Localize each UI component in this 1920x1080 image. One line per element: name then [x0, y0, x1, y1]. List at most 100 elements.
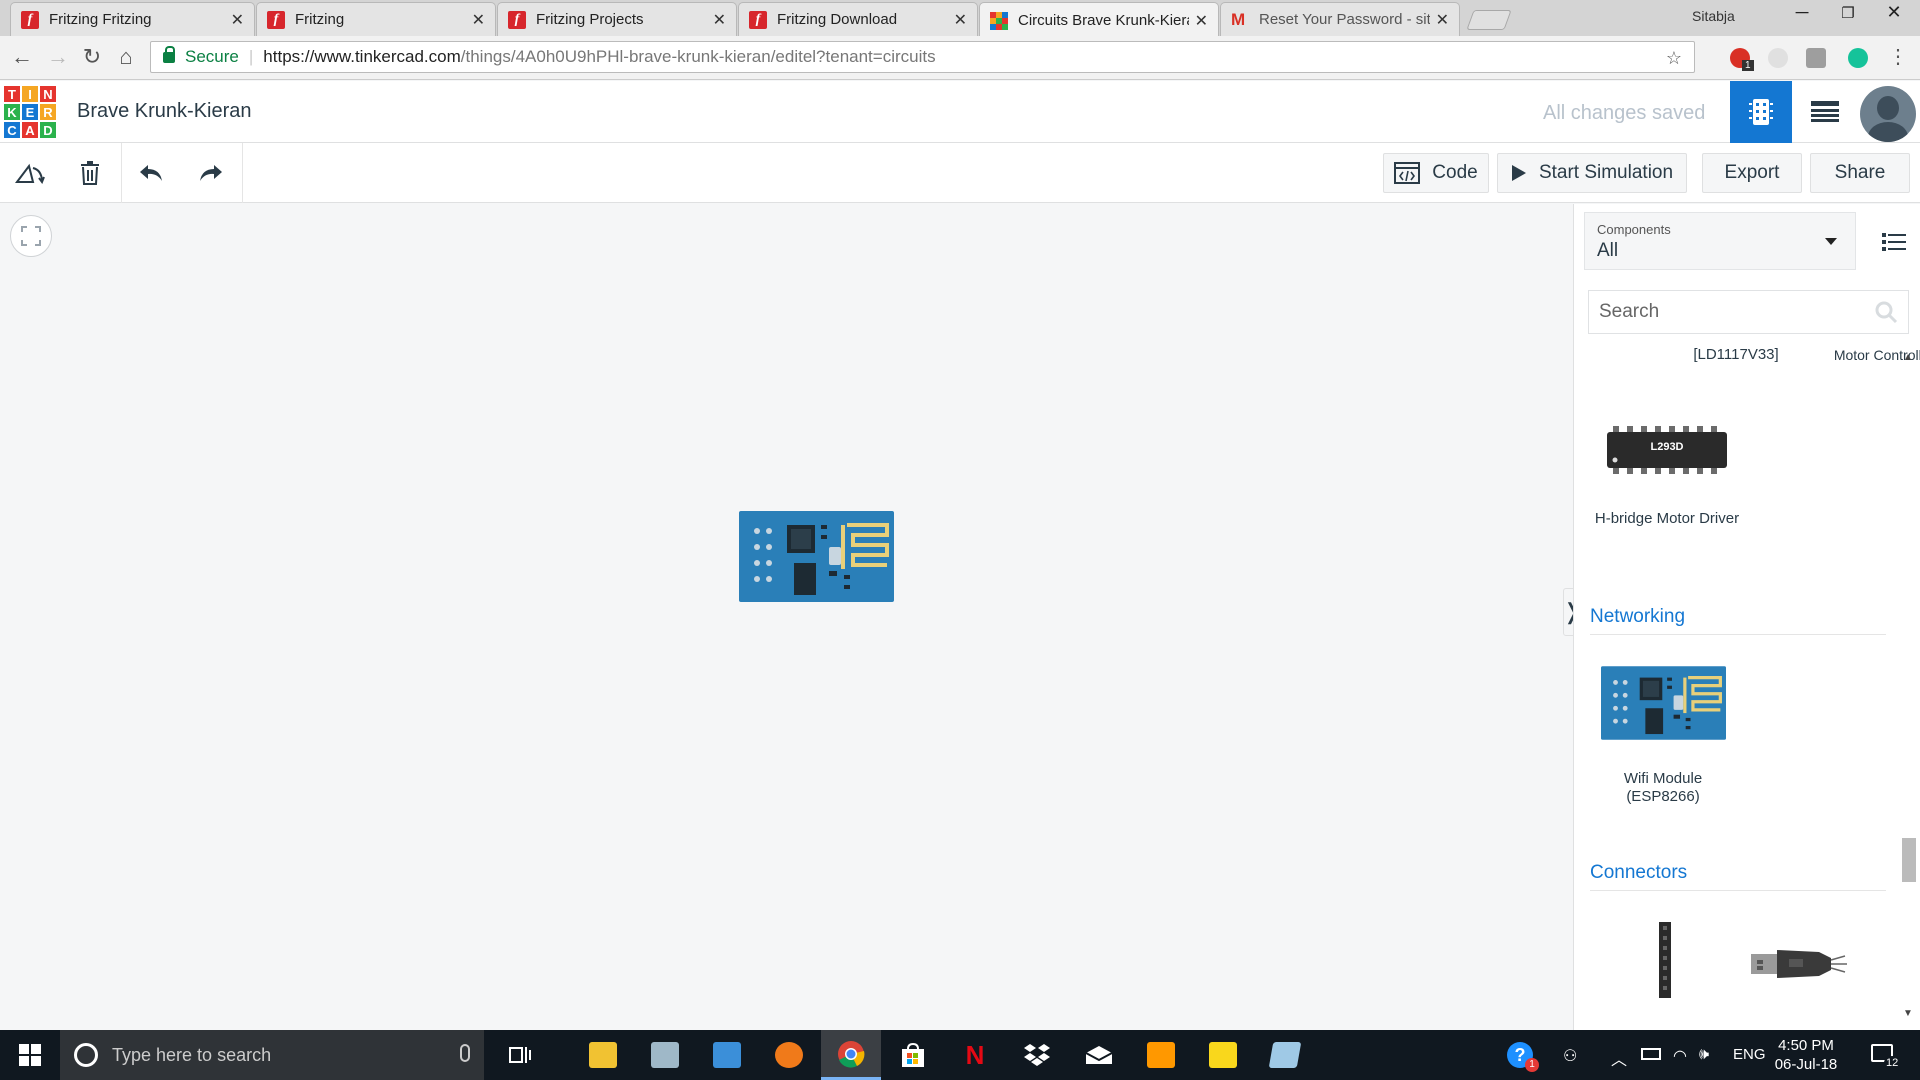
tab-title: Reset Your Password - sit [1259, 11, 1430, 28]
close-tab-icon[interactable]: ✕ [472, 10, 485, 30]
wifi-icon[interactable]: ◠ [1673, 1046, 1687, 1066]
divider [121, 143, 122, 203]
windows-taskbar: Type here to search N ? 1 ⚇ ︿ ◠ 🕪 ENG 4:… [0, 1030, 1920, 1080]
search-icon[interactable] [1874, 300, 1898, 324]
table-icon [1811, 101, 1839, 122]
components-filter-select[interactable]: Components All [1584, 212, 1856, 270]
component-h-bridge-motor-driver[interactable]: L293D H-bridge Motor Driver [1595, 424, 1776, 544]
close-tab-icon[interactable]: ✕ [231, 10, 244, 30]
dropbox-icon[interactable] [1007, 1030, 1067, 1080]
grammarly-icon[interactable] [1848, 48, 1868, 68]
start-button[interactable] [0, 1030, 60, 1080]
clock-time: 4:50 PM [1778, 1037, 1834, 1054]
extension-icon[interactable] [1768, 48, 1788, 68]
rotate-icon[interactable] [10, 153, 50, 193]
section-heading-connectors: Connectors [1590, 862, 1886, 891]
extension-badge: 1 [1742, 60, 1754, 71]
window-controls: ─ ❐ ✕ [1770, 0, 1920, 34]
delete-icon[interactable] [70, 153, 110, 193]
component-search-input[interactable] [1599, 301, 1874, 323]
component-usb-cable[interactable] [1749, 944, 1849, 984]
scroll-up-arrow[interactable]: ▲ [1903, 352, 1913, 363]
plex-player-icon[interactable] [1193, 1030, 1253, 1080]
bookmark-star-icon[interactable]: ☆ [1666, 48, 1682, 69]
menu-kebab-icon[interactable]: ⋮ [1884, 44, 1912, 69]
fit-view-icon [21, 226, 41, 246]
browser-tab-strip: f Fritzing Fritzing ✕ f Fritzing ✕ f Fri… [0, 0, 1920, 38]
export-button[interactable]: Export [1702, 153, 1802, 193]
fritzing-icon: f [267, 10, 285, 29]
close-tab-icon[interactable]: ✕ [954, 10, 967, 30]
browser-tab-active[interactable]: Circuits Brave Krunk-Kiera ✕ [979, 2, 1219, 38]
panel-scrollbar-thumb[interactable] [1902, 838, 1916, 882]
outlook-icon[interactable] [697, 1030, 757, 1080]
component-wifi-module[interactable]: Wifi Module (ESP8266) [1601, 666, 1776, 806]
component-label: Wifi Module (ESP8266) [1623, 770, 1703, 805]
new-tab-button[interactable] [1466, 10, 1512, 30]
esp8266-wifi-module-on-canvas[interactable] [739, 511, 894, 602]
show-hidden-icons-chevron[interactable]: ︿ [1611, 1046, 1627, 1070]
url-host: https://www.tinkercad.com [263, 47, 461, 66]
circuit-canvas[interactable] [0, 204, 1573, 1030]
close-tab-icon[interactable]: ✕ [713, 10, 726, 30]
browser-user-name[interactable]: Sitabja [1692, 8, 1735, 24]
components-panel: Components All [LD1117V33] Motor Control… [1573, 204, 1920, 1030]
volume-icon[interactable]: 🕪 [1699, 1046, 1709, 1064]
reload-icon[interactable]: ↻ [78, 44, 106, 70]
browser-tab[interactable]: f Fritzing ✕ [256, 2, 496, 36]
netflix-icon[interactable]: N [945, 1030, 1005, 1080]
url-path: /things/4A0h0U9hPHl-brave-krunk-kieran/e… [460, 47, 936, 66]
file-explorer-icon[interactable] [573, 1030, 633, 1080]
list-view-toggle[interactable] [1874, 224, 1914, 260]
design-title[interactable]: Brave Krunk-Kieran [77, 100, 252, 123]
people-icon[interactable]: ⚇ [1563, 1046, 1577, 1066]
minimize-icon[interactable]: ─ [1782, 2, 1822, 23]
user-avatar[interactable] [1860, 86, 1916, 142]
firefox-icon[interactable] [759, 1030, 819, 1080]
browser-tab[interactable]: f Fritzing Download ✕ [738, 2, 978, 36]
close-tab-icon[interactable]: ✕ [1436, 10, 1449, 30]
mail-icon[interactable] [1069, 1030, 1129, 1080]
component-list-view-button[interactable] [1794, 81, 1856, 143]
restore-icon[interactable]: ❐ [1828, 4, 1868, 22]
system-clock[interactable]: 4:50 PM 06-Jul-18 [1760, 1036, 1852, 1074]
fritzing-icon: f [749, 10, 767, 29]
start-simulation-button[interactable]: Start Simulation [1497, 153, 1687, 193]
sublime-text-icon[interactable] [1131, 1030, 1191, 1080]
scroll-down-arrow[interactable]: ▼ [1903, 1008, 1913, 1019]
logo-letter: K [3, 103, 21, 121]
eyedropper-icon[interactable] [1806, 48, 1826, 68]
usb-connector-image [1751, 950, 1847, 978]
microsoft-store-icon[interactable] [883, 1030, 943, 1080]
logo-letter: R [39, 103, 57, 121]
tinkercad-logo[interactable]: T I N K E R C A D [3, 85, 57, 139]
close-tab-icon[interactable]: ✕ [1195, 11, 1208, 31]
undo-icon[interactable] [131, 153, 171, 193]
browser-tab[interactable]: M Reset Your Password - sit ✕ [1220, 2, 1460, 36]
redo-icon[interactable] [191, 153, 231, 193]
share-label: Share [1834, 162, 1886, 183]
component-label: [LD1117V33] [1693, 346, 1779, 363]
url-field[interactable]: Secure | https://www.tinkercad.com/thing… [150, 41, 1695, 73]
close-window-icon[interactable]: ✕ [1874, 2, 1914, 23]
chrome-icon[interactable] [821, 1030, 881, 1080]
forward-icon[interactable]: → [44, 44, 72, 70]
battery-icon[interactable] [1641, 1048, 1661, 1060]
code-button[interactable]: Code [1383, 153, 1489, 193]
task-view-icon[interactable] [490, 1030, 550, 1080]
circuit-view-button[interactable] [1730, 81, 1792, 143]
component-header-pins[interactable] [1659, 922, 1671, 998]
microphone-icon[interactable] [460, 1044, 470, 1062]
component-search[interactable] [1588, 290, 1909, 334]
notes-app-icon[interactable] [1255, 1030, 1315, 1080]
tab-title: Fritzing [295, 11, 345, 28]
browser-tab[interactable]: f Fritzing Fritzing ✕ [10, 2, 255, 36]
photos-app-icon[interactable] [635, 1030, 695, 1080]
zoom-to-fit-button[interactable] [10, 215, 52, 257]
taskbar-search[interactable]: Type here to search [60, 1030, 484, 1080]
code-icon [1394, 162, 1421, 184]
browser-tab[interactable]: f Fritzing Projects ✕ [497, 2, 737, 36]
home-icon[interactable]: ⌂ [112, 44, 140, 70]
share-button[interactable]: Share [1810, 153, 1910, 193]
back-icon[interactable]: ← [8, 44, 36, 70]
